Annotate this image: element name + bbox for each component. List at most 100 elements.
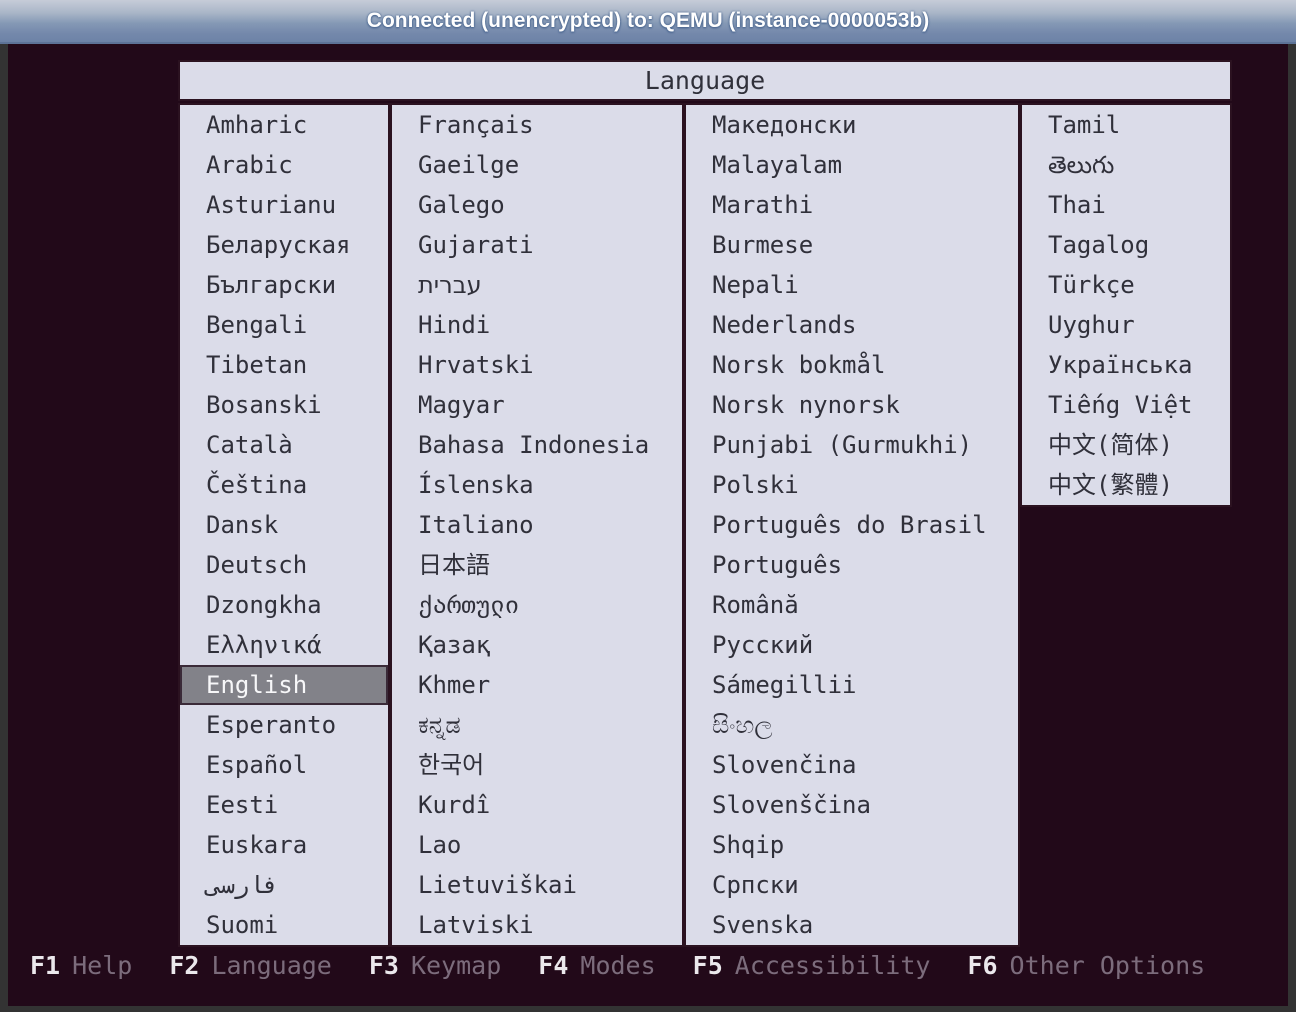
language-option[interactable]: Ελληνικά <box>180 625 388 665</box>
language-option[interactable]: Русский <box>686 625 1018 665</box>
language-option[interactable]: Español <box>180 745 388 785</box>
vnc-connection-status: Connected (unencrypted) to: QEMU (instan… <box>366 9 930 32</box>
language-option[interactable]: Tibetan <box>180 345 388 385</box>
language-option[interactable]: Norsk nynorsk <box>686 385 1018 425</box>
novnc-viewport: Connected (unencrypted) to: QEMU (instan… <box>0 0 1296 1012</box>
language-option[interactable]: Беларуская <box>180 225 388 265</box>
function-key-f5[interactable]: F5 Accessibility <box>693 951 931 981</box>
language-option[interactable]: Slovenčina <box>686 745 1018 785</box>
language-dialog-title: Language <box>644 66 766 95</box>
function-key-f3[interactable]: F3 Keymap <box>369 951 501 981</box>
function-key-action: Language <box>211 951 332 980</box>
language-option[interactable]: ქართული <box>392 585 682 625</box>
language-column-1: Amharic Arabic Asturianu Беларуская Българск… <box>178 103 390 947</box>
language-option[interactable]: Gaeilge <box>392 145 682 185</box>
language-option[interactable]: Slovenščina <box>686 785 1018 825</box>
function-key-action: Help <box>72 951 133 980</box>
language-option[interactable]: Arabic <box>180 145 388 185</box>
language-option[interactable]: Português <box>686 545 1018 585</box>
function-key-label: F2 <box>169 951 200 980</box>
language-option[interactable]: Deutsch <box>180 545 388 585</box>
language-option[interactable]: Bahasa Indonesia <box>392 425 682 465</box>
language-option[interactable]: Hindi <box>392 305 682 345</box>
language-option[interactable]: Українська <box>1022 345 1230 385</box>
language-column-2: Français Gaeilge Galego Gujarati עברית Hindi H… <box>390 103 684 947</box>
language-option[interactable]: Thai <box>1022 185 1230 225</box>
language-option[interactable]: Tiếng Việt <box>1022 385 1230 425</box>
language-option[interactable]: Română <box>686 585 1018 625</box>
language-option[interactable]: Қазақ <box>392 625 682 665</box>
function-key-label: F4 <box>538 951 569 980</box>
language-option[interactable]: עברית <box>392 265 682 305</box>
language-option[interactable]: Punjabi (Gurmukhi) <box>686 425 1018 465</box>
language-option[interactable]: Asturianu <box>180 185 388 225</box>
vm-screen: Language Amharic Arabic Asturianu Беларуска… <box>8 44 1288 1006</box>
language-option[interactable]: Lietuviškai <box>392 865 682 905</box>
language-option[interactable]: Magyar <box>392 385 682 425</box>
language-option[interactable]: සිංහල <box>686 705 1018 745</box>
function-key-f2[interactable]: F2 Language <box>169 951 332 981</box>
function-key-label: F6 <box>967 951 998 980</box>
language-option[interactable]: 中文(简体) <box>1022 425 1230 465</box>
language-option[interactable]: Norsk bokmål <box>686 345 1018 385</box>
language-option[interactable]: Bengali <box>180 305 388 345</box>
language-option[interactable]: Khmer <box>392 665 682 705</box>
language-option[interactable]: ಕನ್ನಡ <box>392 705 682 745</box>
language-option[interactable]: Bosanski <box>180 385 388 425</box>
language-option[interactable]: Čeština <box>180 465 388 505</box>
language-option[interactable]: 한국어 <box>392 745 682 785</box>
language-option[interactable]: Shqip <box>686 825 1018 865</box>
language-option[interactable]: Português do Brasil <box>686 505 1018 545</box>
language-option[interactable]: Italiano <box>392 505 682 545</box>
language-option[interactable]: Tagalog <box>1022 225 1230 265</box>
language-option[interactable]: Kurdî <box>392 785 682 825</box>
language-column-3: Македонски Malayalam Marathi Burmese Nepali N… <box>684 103 1020 947</box>
language-option[interactable]: Nederlands <box>686 305 1018 345</box>
language-option[interactable]: Latviski <box>392 905 682 945</box>
language-option[interactable]: Suomi <box>180 905 388 945</box>
function-key-f4[interactable]: F4 Modes <box>538 951 655 981</box>
function-key-f1[interactable]: F1 Help <box>30 951 132 981</box>
function-key-f6[interactable]: F6 Other Options <box>967 951 1205 981</box>
function-key-label: F3 <box>368 951 399 980</box>
language-option[interactable]: Amharic <box>180 105 388 145</box>
language-option-selected[interactable]: English <box>180 665 388 705</box>
language-option[interactable]: Sámegillii <box>686 665 1018 705</box>
language-option[interactable]: Malayalam <box>686 145 1018 185</box>
function-key-action: Other Options <box>1009 951 1206 980</box>
language-option[interactable]: Français <box>392 105 682 145</box>
language-option[interactable]: Türkçe <box>1022 265 1230 305</box>
language-option[interactable]: Српски <box>686 865 1018 905</box>
language-option[interactable]: 中文(繁體) <box>1022 465 1230 505</box>
language-option[interactable]: Íslenska <box>392 465 682 505</box>
language-option[interactable]: Polski <box>686 465 1018 505</box>
language-option[interactable]: Esperanto <box>180 705 388 745</box>
language-option[interactable]: Burmese <box>686 225 1018 265</box>
language-option[interactable]: Български <box>180 265 388 305</box>
language-option[interactable]: Svenska <box>686 905 1018 945</box>
language-option[interactable]: Euskara <box>180 825 388 865</box>
language-option[interactable]: فارسی <box>180 865 388 905</box>
language-option[interactable]: Hrvatski <box>392 345 682 385</box>
language-option[interactable]: Dzongkha <box>180 585 388 625</box>
language-option[interactable]: 日本語 <box>392 545 682 585</box>
language-option[interactable]: తెలుగు <box>1022 145 1230 185</box>
function-key-action: Accessibility <box>734 951 931 980</box>
function-key-action: Keymap <box>410 951 502 980</box>
language-option[interactable]: Lao <box>392 825 682 865</box>
function-key-action: Modes <box>580 951 656 980</box>
language-option[interactable]: Marathi <box>686 185 1018 225</box>
language-option[interactable]: Nepali <box>686 265 1018 305</box>
language-option[interactable]: Gujarati <box>392 225 682 265</box>
language-option[interactable]: Македонски <box>686 105 1018 145</box>
language-option[interactable]: Galego <box>392 185 682 225</box>
language-option[interactable]: Dansk <box>180 505 388 545</box>
language-option[interactable]: Tamil <box>1022 105 1230 145</box>
language-option[interactable]: Català <box>180 425 388 465</box>
function-key-bar: F1 Help F2 Language F3 Keymap F4 Modes F5 Accessi… <box>30 951 1205 981</box>
function-key-label: F5 <box>692 951 723 980</box>
vnc-status-bar: Connected (unencrypted) to: QEMU (instan… <box>0 0 1296 44</box>
language-column-4: Tamil తెలుగు Thai Tagalog Türkçe Uyghur Україн… <box>1020 103 1232 507</box>
language-option[interactable]: Uyghur <box>1022 305 1230 345</box>
language-option[interactable]: Eesti <box>180 785 388 825</box>
